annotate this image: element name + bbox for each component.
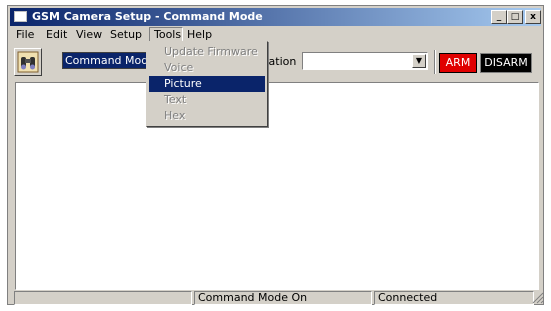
chevron-down-icon[interactable]: ▼ bbox=[412, 54, 426, 68]
binoculars-button[interactable] bbox=[14, 48, 42, 76]
title-bar[interactable]: GSM Camera Setup - Command Mode _ □ x bbox=[10, 8, 541, 26]
menu-item-picture[interactable]: Picture bbox=[149, 76, 265, 92]
arm-button[interactable]: ARM bbox=[439, 53, 477, 73]
main-content-area[interactable] bbox=[15, 82, 539, 290]
menu-item-update-firmware[interactable]: Update Firmware bbox=[149, 44, 265, 60]
menu-file[interactable]: File bbox=[12, 27, 38, 43]
maximize-button[interactable]: □ bbox=[507, 10, 523, 24]
mode-field[interactable]: Command Mode bbox=[62, 52, 152, 69]
menu-item-text[interactable]: Text bbox=[149, 92, 265, 108]
disarm-button[interactable]: DISARM bbox=[480, 53, 532, 73]
app-icon bbox=[14, 11, 27, 22]
app-window: GSM Camera Setup - Command Mode _ □ x Fi… bbox=[7, 5, 544, 305]
resize-grip-icon[interactable] bbox=[532, 292, 544, 304]
menu-item-hex[interactable]: Hex bbox=[149, 108, 265, 124]
configuration-select[interactable]: ▼ bbox=[302, 52, 428, 70]
status-panel-2: Command Mode On bbox=[194, 291, 372, 305]
binoculars-icon bbox=[17, 51, 39, 73]
menu-view[interactable]: View bbox=[72, 27, 106, 43]
menu-setup[interactable]: Setup bbox=[106, 27, 146, 43]
close-button[interactable]: x bbox=[525, 10, 541, 24]
window-title: GSM Camera Setup - Command Mode bbox=[32, 10, 263, 23]
configuration-label: ration bbox=[264, 55, 297, 68]
menu-edit[interactable]: Edit bbox=[42, 27, 71, 43]
status-bar: Command Mode On Connected bbox=[12, 291, 544, 305]
menu-bar: File Edit View Setup Tools Help bbox=[10, 27, 541, 44]
status-panel-1 bbox=[14, 291, 192, 305]
status-panel-3: Connected bbox=[374, 291, 534, 305]
toolbar-separator bbox=[434, 50, 436, 74]
tools-dropdown-menu: Update Firmware Voice Picture Text Hex bbox=[146, 41, 268, 127]
toolbar: Command Mode ration ▼ ARM DISARM bbox=[10, 46, 541, 78]
menu-item-voice[interactable]: Voice bbox=[149, 60, 265, 76]
minimize-button[interactable]: _ bbox=[491, 10, 507, 24]
